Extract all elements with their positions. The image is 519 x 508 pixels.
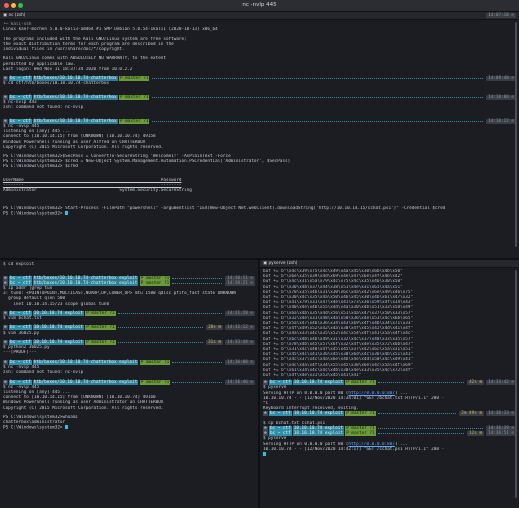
top-terminal-pane[interactable]: └─ kali-ssh Linux kaer-morhen 5.0.0-kali3… — [0, 20, 519, 258]
terminal-line: Last login: Wed Nov 11 18:37:34 2020 fro… — [3, 66, 133, 72]
prompt-filler — [172, 277, 222, 279]
bottom-left-terminal-pane[interactable]: $ cd exploit ⊛ bc ~ ctf htb/boxes/10.10.10.… — [0, 260, 258, 508]
prompt-user-segment: bc ~ ctf — [269, 411, 292, 417]
terminal-line: Linux kaer-morhen 5.0.0-kali3-amd64 #1 S… — [3, 27, 218, 33]
os-icon: ⊛ — [263, 411, 268, 417]
terminal-line: zsh: command not found: nc-nvlp — [3, 105, 84, 111]
terminal-line: $ cd exploit — [3, 262, 35, 267]
window-title: nc -nvlp 445 — [242, 2, 277, 8]
bottom-right-tab[interactable]: ▣ pyserve (zsh) — [263, 260, 297, 267]
terminal-line: Copyright (C) 2015 Microsoft Corporation… — [3, 405, 164, 411]
buffer-line: buf += b"\x4f\x4e\x31\x53\x45\x41\x41" — [263, 373, 362, 378]
cursor — [263, 451, 266, 456]
prompt-filler — [172, 282, 222, 284]
terminal-line: PS C:\Windows\system32> $cred — [3, 164, 79, 170]
bottom-right-terminal-pane[interactable]: buf += b"\x4c\x39\x75\x4c\x49\x4a\x45\x3… — [260, 268, 519, 508]
prompt-filler — [117, 327, 203, 329]
prompt-filler — [117, 312, 222, 314]
terminal-window: nc -nvlp 445 ▣ nc (zsh) 14:07:18 ⊙ └─ ka… — [0, 0, 519, 508]
top-tab-bar: ▣ nc (zsh) 14:07:18 ⊙ — [0, 12, 519, 20]
terminal-line: zsh: command not found: nc-nvlp — [3, 370, 84, 376]
prompt-time-badge: 14:36:33 ⊙ — [486, 411, 516, 417]
bottom-right-tab-label: pyserve (zsh) — [268, 261, 298, 266]
terminal-line: PS C:\Windows\system32> — [3, 211, 516, 216]
prompt-bar: ⊛ bc ~ ctf 10.10.10.74 exploit P master ?1 1… — [263, 411, 516, 417]
prompt-filler — [151, 78, 483, 80]
prompt-text: PS C:\Windows\system32> — [3, 211, 66, 217]
prompt-git-segment: P master ?1 — [345, 411, 376, 417]
terminal-line: Administrator System.Security.SecureStri… — [3, 188, 192, 194]
prompt-filler — [117, 342, 203, 343]
terminal-line: Copyright (C) 2015 Microsoft Corporation… — [3, 144, 164, 150]
bottom-right-scrollbar[interactable] — [515, 270, 517, 498]
prompt-filler — [377, 413, 457, 415]
terminal-line: individual files in /usr/share/doc/*/cop… — [3, 46, 125, 52]
top-scrollbar[interactable] — [515, 22, 517, 247]
prompt-filler — [172, 361, 222, 363]
terminal-line: $ cd ctf/htb/boxes/10.10.10.74-chatterbo… — [3, 81, 110, 87]
prompt-duration-badge: 2m 49s ⊠ — [459, 411, 484, 417]
terminal-line: inet 10.10.14.15/23 scope global tun0 — [3, 301, 110, 307]
prompt-text: PS C:\Windows\system32> — [3, 425, 66, 431]
prompt-filler — [377, 382, 464, 384]
top-tab-time: 14:07:18 ⊙ — [486, 13, 516, 18]
prompt-filler — [377, 427, 483, 429]
bottom-right-tab-bar: ▣ pyserve (zsh) — [260, 260, 519, 268]
terminal-line: PS C:\Windows\system32> — [3, 425, 255, 430]
prompt-filler — [377, 433, 464, 435]
terminal-line: $ vim 36025.py — [3, 330, 40, 336]
title-bar: nc -nvlp 445 — [0, 0, 519, 12]
prompt-path-segment: 10.10.10.74 exploit — [292, 411, 344, 417]
prompt-filler — [172, 381, 222, 383]
terminal-line — [263, 451, 516, 457]
cursor — [65, 425, 69, 430]
terminal-line: $ vim bchat.txt — [3, 316, 42, 322]
prompt-filler — [151, 120, 483, 122]
terminal-line: ---[PROOF]--- — [3, 350, 37, 356]
prompt-filler — [151, 96, 483, 98]
cursor — [65, 211, 69, 216]
top-pane-tab-label: nc (zsh) — [8, 13, 26, 18]
top-pane-tab[interactable]: ▣ nc (zsh) — [3, 12, 25, 19]
